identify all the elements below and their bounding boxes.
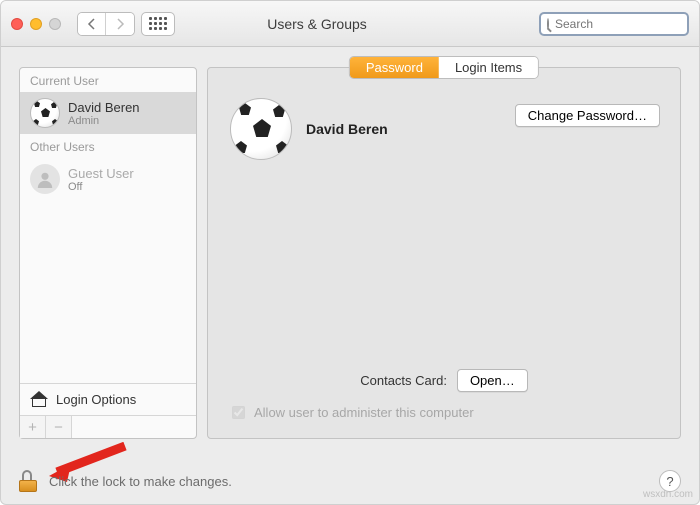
preferences-window: Users & Groups Current User David Beren … bbox=[0, 0, 700, 505]
current-user-name: David Beren bbox=[68, 100, 140, 115]
admin-checkbox-label: Allow user to administer this computer bbox=[254, 405, 474, 420]
contacts-card-row: Contacts Card: Open… bbox=[208, 369, 680, 392]
window-title: Users & Groups bbox=[105, 16, 529, 32]
current-user-role: Admin bbox=[68, 115, 140, 127]
login-options-label: Login Options bbox=[56, 392, 136, 407]
tab-password[interactable]: Password bbox=[350, 57, 439, 78]
open-contacts-button[interactable]: Open… bbox=[457, 369, 528, 392]
search-field[interactable] bbox=[539, 12, 689, 36]
profile-avatar[interactable] bbox=[230, 98, 292, 160]
current-user-heading: Current User bbox=[20, 68, 196, 92]
watermark: wsxdn.com bbox=[643, 489, 693, 500]
lock-hint: Click the lock to make changes. bbox=[49, 474, 232, 489]
zoom-window-button bbox=[49, 18, 61, 30]
profile-name: David Beren bbox=[306, 121, 388, 137]
add-user-button: + bbox=[20, 416, 46, 438]
search-input[interactable] bbox=[553, 16, 700, 32]
avatar bbox=[30, 98, 60, 128]
contacts-card-label: Contacts Card: bbox=[360, 373, 447, 388]
guest-avatar-icon bbox=[30, 164, 60, 194]
window-controls bbox=[11, 18, 61, 30]
add-remove-bar: + − bbox=[20, 415, 196, 438]
guest-user-status: Off bbox=[68, 181, 134, 193]
change-password-button[interactable]: Change Password… bbox=[515, 104, 660, 127]
detail-panel: Password Login Items David Beren Change … bbox=[207, 67, 681, 439]
lock-footer: Click the lock to make changes. bbox=[19, 470, 681, 492]
login-options-row[interactable]: Login Options bbox=[20, 383, 196, 415]
lock-icon[interactable] bbox=[19, 470, 39, 492]
admin-checkbox bbox=[232, 406, 245, 419]
minimize-window-button[interactable] bbox=[30, 18, 42, 30]
sidebar-item-current-user[interactable]: David Beren Admin bbox=[20, 92, 196, 134]
other-users-heading: Other Users bbox=[20, 134, 196, 158]
content-area: Current User David Beren Admin Other Use… bbox=[19, 67, 681, 439]
titlebar: Users & Groups bbox=[1, 1, 699, 47]
back-button[interactable] bbox=[78, 13, 106, 35]
search-icon bbox=[547, 18, 549, 30]
remove-user-button: − bbox=[46, 416, 72, 438]
sidebar-item-guest-user[interactable]: Guest User Off bbox=[20, 158, 196, 200]
tab-login-items[interactable]: Login Items bbox=[439, 57, 538, 78]
detail-tabs: Password Login Items bbox=[349, 56, 539, 79]
house-icon bbox=[30, 393, 48, 407]
user-sidebar: Current User David Beren Admin Other Use… bbox=[19, 67, 197, 439]
guest-user-name: Guest User bbox=[68, 166, 134, 181]
close-window-button[interactable] bbox=[11, 18, 23, 30]
admin-checkbox-row: Allow user to administer this computer bbox=[228, 403, 474, 422]
profile-header: David Beren bbox=[230, 98, 388, 160]
